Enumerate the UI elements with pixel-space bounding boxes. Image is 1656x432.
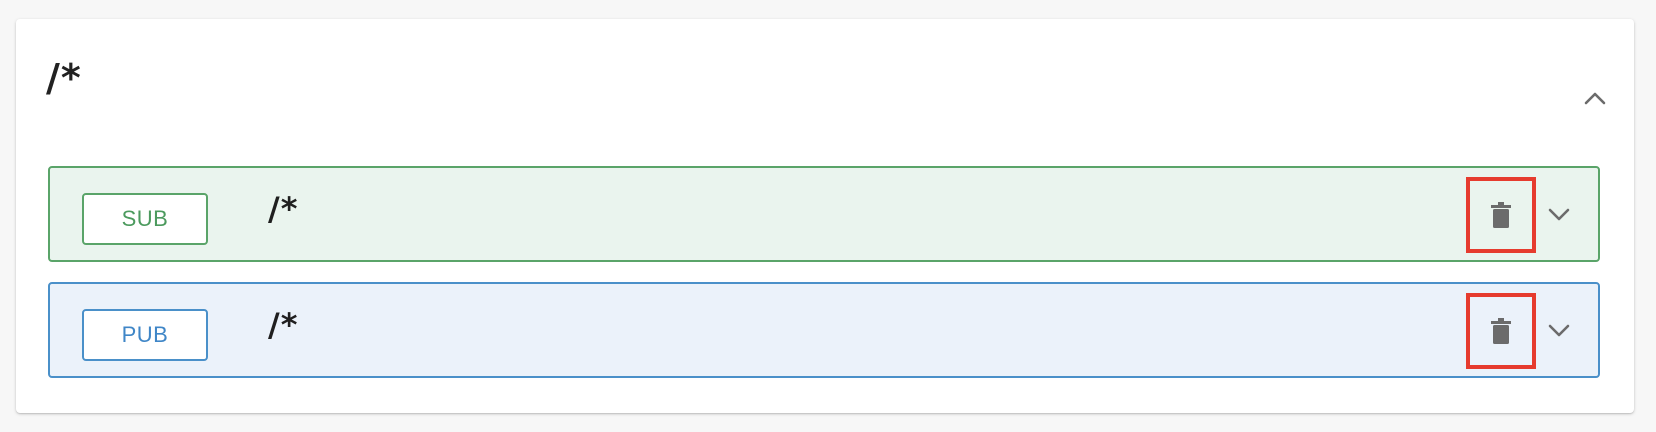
topic-label: /*: [268, 190, 299, 228]
topic-label: /*: [268, 306, 299, 344]
delete-button[interactable]: [1466, 293, 1536, 369]
subscription-row: SUB /*: [48, 166, 1600, 262]
collapse-button[interactable]: [1580, 83, 1610, 113]
trash-icon: [1491, 318, 1511, 344]
card-title: /*: [46, 56, 82, 100]
chevron-up-icon: [1584, 92, 1606, 105]
chevron-down-icon: [1548, 324, 1570, 337]
delete-button[interactable]: [1466, 177, 1536, 253]
pub-badge: PUB: [82, 309, 208, 361]
expand-button[interactable]: [1544, 316, 1574, 346]
expand-button[interactable]: [1544, 200, 1574, 230]
sub-badge: SUB: [82, 193, 208, 245]
publication-row: PUB /*: [48, 282, 1600, 378]
topic-card: /* SUB /* PUB /*: [16, 19, 1634, 413]
trash-icon: [1491, 202, 1511, 228]
chevron-down-icon: [1548, 208, 1570, 221]
